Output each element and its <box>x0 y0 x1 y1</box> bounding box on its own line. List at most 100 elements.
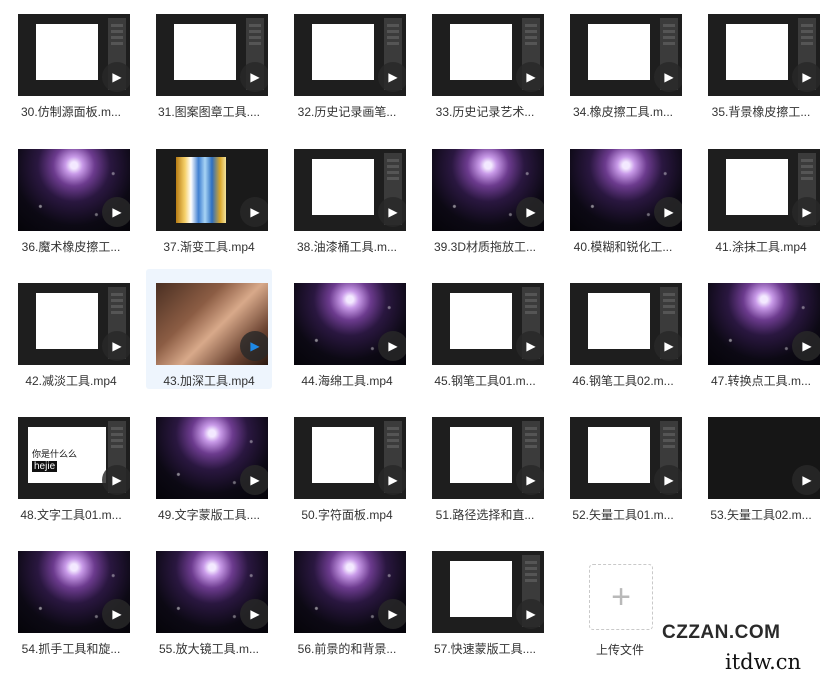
file-tile[interactable]: 你是什么么 hejie ▶ 48.文字工具01.m... <box>8 403 134 523</box>
video-thumbnail[interactable]: 你是什么么 hejie ▶ <box>18 417 130 499</box>
file-tile[interactable]: ▶ 47.转换点工具.m... <box>698 269 824 389</box>
play-icon[interactable]: ▶ <box>102 331 130 361</box>
play-icon[interactable]: ▶ <box>654 465 682 495</box>
play-icon[interactable]: ▶ <box>516 465 544 495</box>
thumb-text-line1: 你是什么么 <box>32 449 78 459</box>
video-thumbnail[interactable]: ▶ <box>708 283 820 365</box>
file-tile[interactable]: ▶ 55.放大镜工具.m... <box>146 537 272 657</box>
play-icon[interactable]: ▶ <box>654 331 682 361</box>
play-icon[interactable]: ▶ <box>240 197 268 227</box>
video-thumbnail[interactable]: ▶ <box>708 14 820 96</box>
play-icon[interactable]: ▶ <box>240 465 268 495</box>
play-icon[interactable]: ▶ <box>792 197 820 227</box>
plus-icon: + <box>611 578 631 616</box>
video-thumbnail[interactable]: ▶ <box>432 149 544 231</box>
video-thumbnail[interactable]: ▶ <box>570 149 682 231</box>
file-tile[interactable]: ▶ 32.历史记录画笔... <box>284 0 410 120</box>
ps-canvas <box>312 159 374 215</box>
play-icon[interactable]: ▶ <box>378 197 406 227</box>
play-icon[interactable]: ▶ <box>516 62 544 92</box>
file-tile[interactable]: ▶ 31.图案图章工具.... <box>146 0 272 120</box>
video-thumbnail[interactable]: ▶ <box>156 14 268 96</box>
file-tile[interactable]: ▶ 38.油漆桶工具.m... <box>284 135 410 255</box>
play-icon[interactable]: ▶ <box>102 197 130 227</box>
file-tile[interactable]: ▶ 36.魔术橡皮擦工... <box>8 135 134 255</box>
play-icon[interactable]: ▶ <box>792 465 820 495</box>
play-icon[interactable]: ▶ <box>102 465 130 495</box>
play-icon[interactable]: ▶ <box>792 331 820 361</box>
file-name: 57.快速蒙版工具.... <box>433 642 537 656</box>
video-thumbnail[interactable]: ▶ <box>156 283 268 365</box>
video-thumbnail[interactable]: ▶ <box>432 14 544 96</box>
ps-canvas <box>588 24 650 80</box>
file-tile[interactable]: ▶ 42.减淡工具.mp4 <box>8 269 134 389</box>
file-tile[interactable]: ▶ 41.涂抹工具.mp4 <box>698 135 824 255</box>
file-tile[interactable]: ▶ 33.历史记录艺术... <box>422 0 548 120</box>
file-tile[interactable]: ▶ 34.橡皮擦工具.m... <box>560 0 686 120</box>
file-tile[interactable]: ▶ 56.前景的和背景... <box>284 537 410 657</box>
file-name: 31.图案图章工具.... <box>157 105 261 119</box>
file-tile[interactable]: ▶ 39.3D材质拖放工... <box>422 135 548 255</box>
file-tile[interactable]: ▶ 44.海绵工具.mp4 <box>284 269 410 389</box>
file-tile[interactable]: ▶ 54.抓手工具和旋... <box>8 537 134 657</box>
video-thumbnail[interactable]: ▶ <box>294 283 406 365</box>
ps-canvas <box>36 24 98 80</box>
video-thumbnail[interactable]: ▶ <box>570 14 682 96</box>
file-name: 55.放大镜工具.m... <box>158 642 259 656</box>
video-thumbnail[interactable]: ▶ <box>294 14 406 96</box>
video-thumbnail[interactable]: ▶ <box>432 417 544 499</box>
file-tile[interactable]: ▶ 49.文字蒙版工具.... <box>146 403 272 523</box>
video-thumbnail[interactable]: ▶ <box>294 149 406 231</box>
file-tile[interactable]: ▶ 43.加深工具.mp4 <box>146 269 272 389</box>
file-name: 39.3D材质拖放工... <box>433 240 537 254</box>
video-thumbnail[interactable]: ▶ <box>432 551 544 633</box>
play-icon[interactable]: ▶ <box>240 331 268 361</box>
file-tile[interactable]: ▶ 37.渐变工具.mp4 <box>146 135 272 255</box>
file-name: 48.文字工具01.m... <box>20 508 122 522</box>
ps-canvas <box>588 293 650 349</box>
video-thumbnail[interactable]: ▶ <box>708 149 820 231</box>
play-icon[interactable]: ▶ <box>240 599 268 629</box>
video-thumbnail[interactable]: ▶ <box>156 551 268 633</box>
video-thumbnail[interactable]: ▶ <box>708 417 820 499</box>
video-thumbnail[interactable]: ▶ <box>156 417 268 499</box>
play-icon[interactable]: ▶ <box>654 62 682 92</box>
video-thumbnail[interactable]: ▶ <box>432 283 544 365</box>
file-tile[interactable]: ▶ 40.模糊和锐化工... <box>560 135 686 255</box>
file-tile[interactable]: ▶ 52.矢量工具01.m... <box>560 403 686 523</box>
ps-canvas <box>312 24 374 80</box>
video-thumbnail[interactable]: ▶ <box>156 149 268 231</box>
video-thumbnail[interactable]: ▶ <box>570 417 682 499</box>
gradient-bars <box>176 157 226 223</box>
file-tile[interactable]: ▶ 53.矢量工具02.m... <box>698 403 824 523</box>
watermark-itdw: itdw.cn <box>725 650 802 674</box>
video-thumbnail[interactable]: ▶ <box>18 551 130 633</box>
play-icon[interactable]: ▶ <box>378 62 406 92</box>
video-thumbnail[interactable]: ▶ <box>18 149 130 231</box>
file-tile[interactable]: ▶ 51.路径选择和直... <box>422 403 548 523</box>
play-icon[interactable]: ▶ <box>378 331 406 361</box>
play-icon[interactable]: ▶ <box>516 331 544 361</box>
upload-button[interactable]: + <box>589 564 653 630</box>
play-icon[interactable]: ▶ <box>240 62 268 92</box>
video-thumbnail[interactable]: ▶ <box>18 283 130 365</box>
video-thumbnail[interactable]: ▶ <box>294 551 406 633</box>
play-icon[interactable]: ▶ <box>654 197 682 227</box>
file-tile[interactable]: ▶ 35.背景橡皮擦工... <box>698 0 824 120</box>
play-icon[interactable]: ▶ <box>516 599 544 629</box>
file-name: 34.橡皮擦工具.m... <box>572 105 673 119</box>
file-tile[interactable]: ▶ 46.钢笔工具02.m... <box>560 269 686 389</box>
file-tile[interactable]: ▶ 45.钢笔工具01.m... <box>422 269 548 389</box>
play-icon[interactable]: ▶ <box>102 62 130 92</box>
play-icon[interactable]: ▶ <box>792 62 820 92</box>
video-thumbnail[interactable]: ▶ <box>570 283 682 365</box>
file-tile[interactable]: ▶ 57.快速蒙版工具.... <box>422 537 548 657</box>
play-icon[interactable]: ▶ <box>102 599 130 629</box>
video-thumbnail[interactable]: ▶ <box>294 417 406 499</box>
file-tile[interactable]: ▶ 30.仿制源面板.m... <box>8 0 134 120</box>
play-icon[interactable]: ▶ <box>516 197 544 227</box>
play-icon[interactable]: ▶ <box>378 465 406 495</box>
play-icon[interactable]: ▶ <box>378 599 406 629</box>
video-thumbnail[interactable]: ▶ <box>18 14 130 96</box>
file-tile[interactable]: ▶ 50.字符面板.mp4 <box>284 403 410 523</box>
